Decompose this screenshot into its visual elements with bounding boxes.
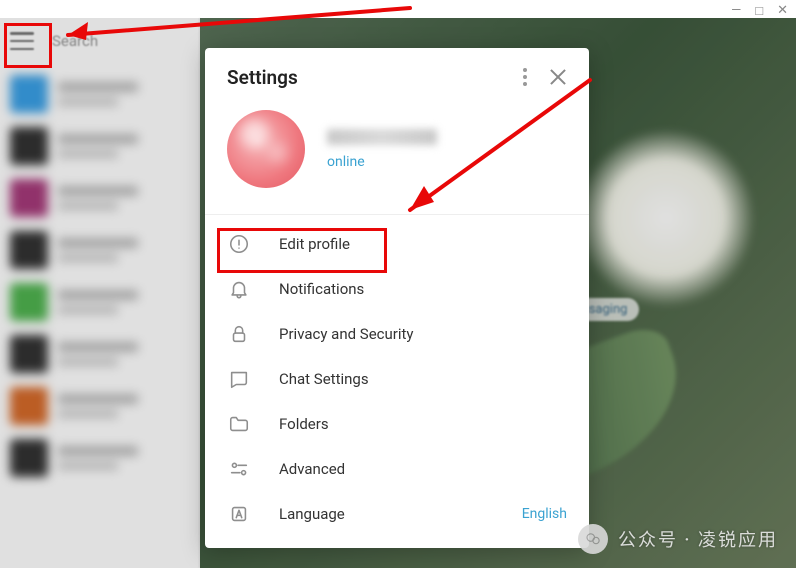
annotation-hamburger-box [4, 23, 52, 68]
close-icon[interactable] [549, 68, 567, 86]
annotation-editprofile-box [217, 228, 387, 273]
language-icon [227, 502, 251, 526]
kebab-menu-icon[interactable] [519, 64, 531, 90]
window-maximize[interactable]: □ [755, 3, 763, 19]
chat-settings-icon [227, 367, 251, 391]
notifications-icon [227, 277, 251, 301]
menu-item-label: Privacy and Security [279, 325, 567, 343]
profile-status: online [327, 154, 437, 170]
wechat-icon [578, 524, 608, 554]
watermark: 公众号 · 凌锐应用 [578, 524, 778, 554]
advanced-icon [227, 457, 251, 481]
annotation-arrow-editprofile [0, 0, 22, 22]
window-controls: — □ ✕ [731, 3, 788, 19]
settings-title: Settings [227, 66, 519, 89]
menu-item-folders[interactable]: Folders [205, 401, 589, 446]
menu-item-label: Notifications [279, 280, 567, 298]
avatar[interactable] [227, 110, 305, 188]
menu-item-label: Language [279, 505, 522, 523]
profile-name-censored [327, 129, 437, 145]
menu-item-label: Advanced [279, 460, 567, 478]
privacy-icon [227, 322, 251, 346]
menu-item-label: Folders [279, 415, 567, 433]
profile-text: online [327, 129, 437, 170]
folders-icon [227, 412, 251, 436]
menu-item-chat-settings[interactable]: Chat Settings [205, 356, 589, 401]
window-close[interactable]: ✕ [777, 3, 788, 19]
watermark-text: 公众号 · 凌锐应用 [618, 526, 778, 552]
menu-item-value: English [522, 506, 567, 522]
menu-item-label: Chat Settings [279, 370, 567, 388]
settings-header: Settings [205, 48, 589, 106]
menu-item-privacy[interactable]: Privacy and Security [205, 311, 589, 356]
menu-item-advanced[interactable]: Advanced [205, 446, 589, 491]
menu-item-language[interactable]: LanguageEnglish [205, 491, 589, 536]
window-minimize[interactable]: — [731, 3, 741, 19]
